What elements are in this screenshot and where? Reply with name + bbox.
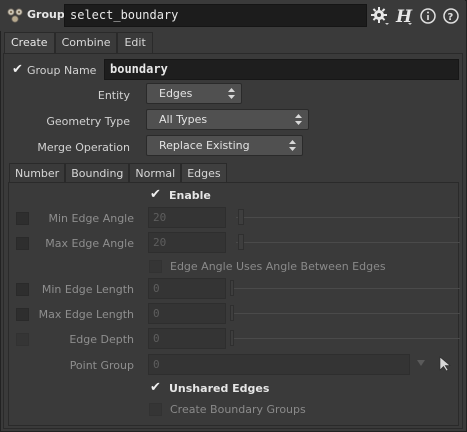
max-edge-length-label: Max Edge Length <box>38 308 134 321</box>
dropdown-arrows-icon <box>228 88 235 99</box>
max-edge-angle-field[interactable]: 20 <box>148 232 226 253</box>
geometry-type-value: All Types <box>159 113 208 126</box>
create-boundary-groups-label: Create Boundary Groups <box>170 403 306 416</box>
point-group-menu-arrow-icon[interactable] <box>416 358 426 368</box>
help-icon[interactable]: ? <box>442 6 460 26</box>
edge-depth-slider-track[interactable] <box>232 338 460 339</box>
unshared-edges-checkbox[interactable]: ✔ <box>149 381 162 395</box>
min-edge-length-field[interactable]: 0 <box>148 278 226 299</box>
min-edge-angle-label: Min Edge Angle <box>48 212 135 225</box>
dropdown-arrows-icon <box>289 140 296 151</box>
min-edge-angle-toggle[interactable] <box>16 212 29 225</box>
enable-label: Enable <box>169 189 211 202</box>
group-name-label: Group Name <box>27 64 97 77</box>
geometry-type-dropdown[interactable]: All Types <box>146 109 309 130</box>
max-edge-length-slider-handle[interactable] <box>230 305 234 321</box>
tab-create[interactable]: Create <box>4 32 55 53</box>
min-edge-length-slider-handle[interactable] <box>230 280 234 296</box>
tab-edit[interactable]: Edit <box>117 32 153 53</box>
tab-number[interactable]: Number <box>9 163 66 183</box>
max-edge-angle-toggle[interactable] <box>16 237 29 250</box>
group-name-checkbox[interactable]: ✔ <box>11 63 24 77</box>
create-boundary-groups-checkbox[interactable] <box>149 403 162 416</box>
enable-checkbox[interactable]: ✔ <box>149 188 162 202</box>
max-edge-angle-label: Max Edge Angle <box>45 237 134 250</box>
geometry-type-label: Geometry Type <box>46 115 130 128</box>
entity-label: Entity <box>97 89 130 102</box>
entity-dropdown[interactable]: Edges <box>146 83 242 104</box>
point-group-label: Point Group <box>69 359 134 372</box>
unshared-edges-label: Unshared Edges <box>169 382 270 395</box>
svg-text:?: ? <box>448 12 454 23</box>
max-edge-length-field[interactable]: 0 <box>148 303 226 324</box>
node-type-label: Group <box>27 8 65 21</box>
group-node-icon <box>7 8 23 23</box>
node-name-field[interactable]: select_boundary <box>64 4 367 27</box>
merge-operation-label: Merge Operation <box>37 141 130 154</box>
merge-operation-dropdown[interactable]: Replace Existing <box>146 135 303 156</box>
point-group-field[interactable]: 0 <box>148 354 410 375</box>
merge-operation-value: Replace Existing <box>159 139 250 152</box>
max-edge-angle-slider-track[interactable] <box>236 242 460 243</box>
min-edge-length-toggle[interactable] <box>16 283 29 296</box>
dropdown-arrows-icon <box>295 114 302 125</box>
sub-tab-bar: Number Bounding Normal Edges <box>9 163 227 183</box>
main-tab-bar: Create Combine Edit <box>4 32 153 53</box>
min-edge-angle-slider-handle[interactable] <box>238 209 244 225</box>
tab-normal[interactable]: Normal <box>129 163 182 183</box>
min-edge-angle-field[interactable]: 20 <box>148 207 226 228</box>
node-header: Group select_boundary H ? <box>0 0 465 31</box>
edge-depth-label: Edge Depth <box>69 333 134 346</box>
max-edge-length-slider-track[interactable] <box>232 313 460 314</box>
info-icon[interactable] <box>419 6 437 26</box>
angle-between-edges-label: Edge Angle Uses Angle Between Edges <box>170 260 386 273</box>
tab-bounding[interactable]: Bounding <box>65 163 130 183</box>
select-pointer-icon[interactable] <box>439 356 451 372</box>
tab-edges[interactable]: Edges <box>181 163 227 183</box>
angle-between-edges-checkbox[interactable] <box>149 260 162 273</box>
min-edge-length-slider-track[interactable] <box>232 288 460 289</box>
edge-depth-toggle[interactable] <box>16 333 29 346</box>
entity-value: Edges <box>159 87 193 100</box>
houdini-h-icon[interactable]: H <box>394 6 414 26</box>
min-edge-angle-slider-track[interactable] <box>236 217 460 218</box>
tab-combine[interactable]: Combine <box>54 32 118 53</box>
max-edge-angle-slider-handle[interactable] <box>238 234 244 250</box>
group-name-field[interactable]: boundary <box>104 59 459 80</box>
edge-depth-field[interactable]: 0 <box>148 328 226 349</box>
gear-icon[interactable] <box>370 6 390 26</box>
max-edge-length-toggle[interactable] <box>16 308 29 321</box>
min-edge-length-label: Min Edge Length <box>41 283 134 296</box>
edge-depth-slider-handle[interactable] <box>230 330 234 346</box>
